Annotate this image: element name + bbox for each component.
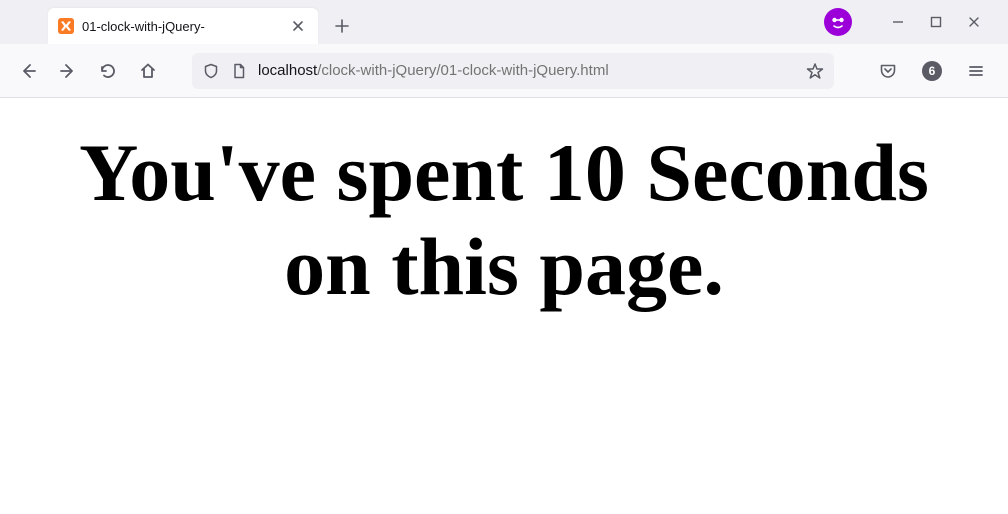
extension-count: 6 <box>929 64 936 78</box>
bookmark-star-icon[interactable] <box>806 62 824 80</box>
minimize-button[interactable] <box>888 12 908 32</box>
page-viewport: You've spent 10 Seconds on this page. <box>0 98 1008 343</box>
toolbar-right: 6 <box>872 55 996 87</box>
browser-tab[interactable]: 01-clock-with-jQuery- <box>48 8 318 44</box>
pocket-icon[interactable] <box>872 55 904 87</box>
tab-strip: 01-clock-with-jQuery- <box>0 0 1008 44</box>
reload-button[interactable] <box>92 55 124 87</box>
maximize-button[interactable] <box>926 12 946 32</box>
xampp-icon <box>58 18 74 34</box>
profile-badge[interactable] <box>824 8 852 36</box>
page-icon <box>230 62 248 80</box>
url-path: /clock-with-jQuery/01-clock-with-jQuery.… <box>317 62 608 79</box>
home-button[interactable] <box>132 55 164 87</box>
new-tab-button[interactable] <box>326 10 358 42</box>
url-host: localhost <box>258 62 317 79</box>
url-text: localhost/clock-with-jQuery/01-clock-wit… <box>258 62 796 79</box>
window-controls <box>824 0 1000 44</box>
tab-title: 01-clock-with-jQuery- <box>82 19 282 34</box>
back-button[interactable] <box>12 55 44 87</box>
forward-button[interactable] <box>52 55 84 87</box>
url-bar[interactable]: localhost/clock-with-jQuery/01-clock-wit… <box>192 53 834 89</box>
app-menu-button[interactable] <box>960 55 992 87</box>
page-headline: You've spent 10 Seconds on this page. <box>48 126 960 315</box>
toolbar: localhost/clock-with-jQuery/01-clock-wit… <box>0 44 1008 98</box>
shield-icon <box>202 62 220 80</box>
extension-count-badge[interactable]: 6 <box>922 61 942 81</box>
close-window-button[interactable] <box>964 12 984 32</box>
close-tab-button[interactable] <box>288 16 308 36</box>
